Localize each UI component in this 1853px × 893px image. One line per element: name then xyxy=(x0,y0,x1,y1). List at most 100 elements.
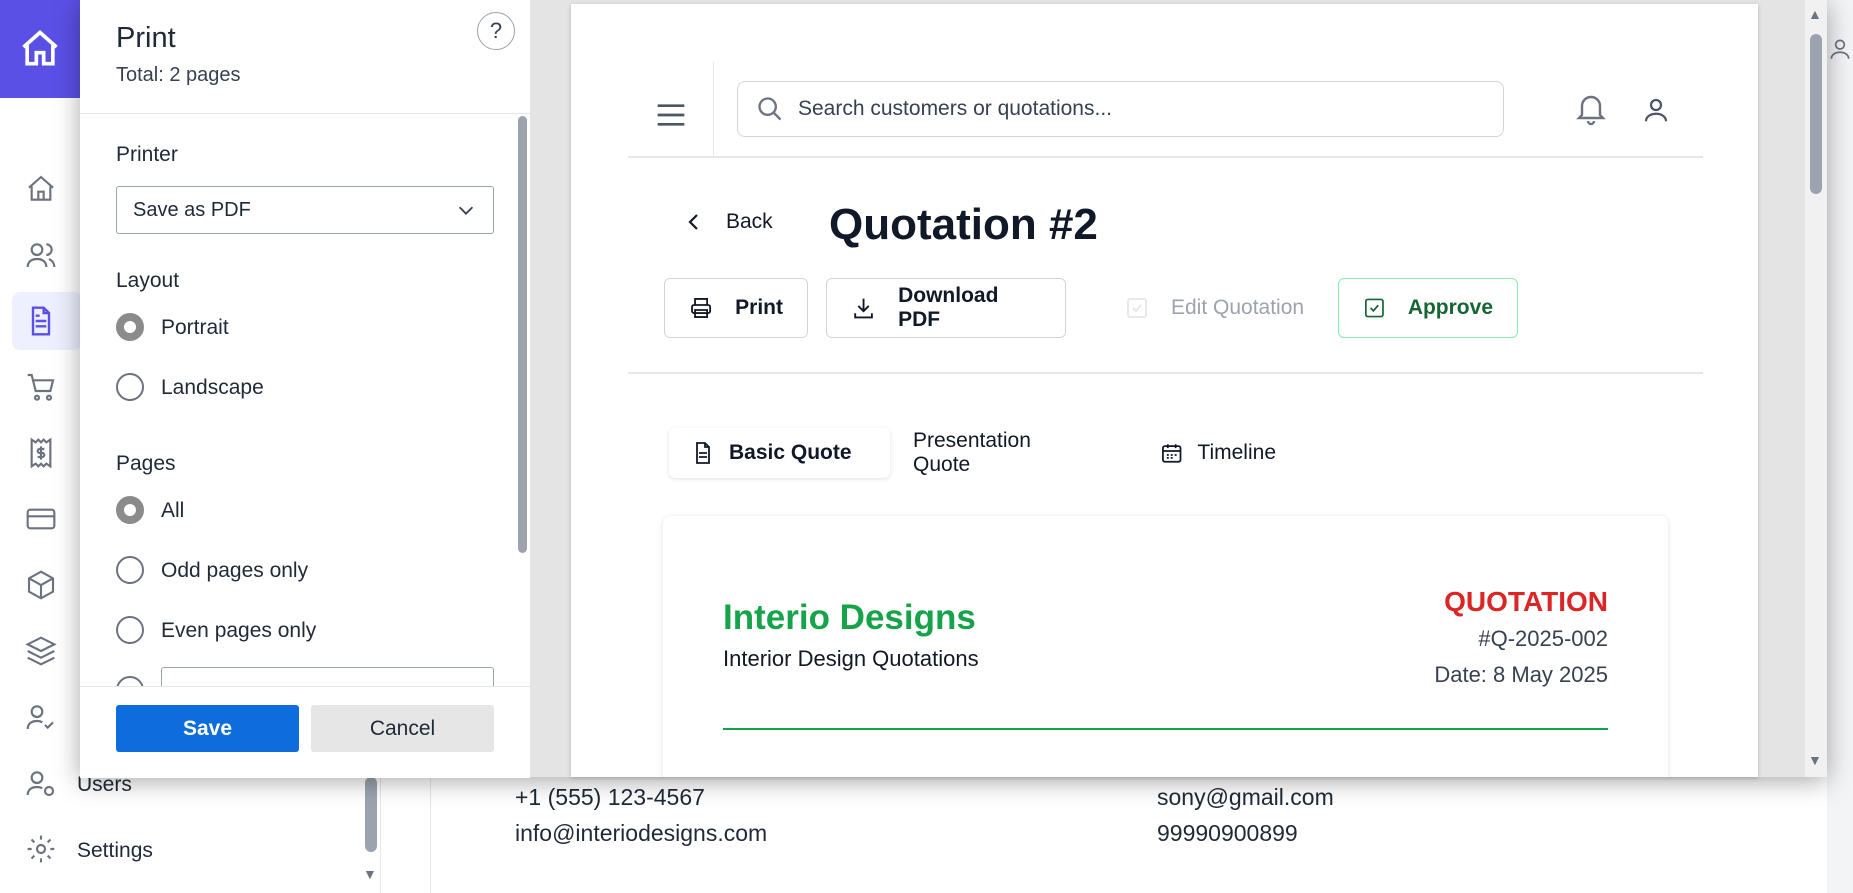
credit-card-icon xyxy=(26,508,56,530)
sidebar-item-customers[interactable] xyxy=(22,236,60,274)
file-text-icon xyxy=(696,442,710,464)
search-icon xyxy=(758,97,782,121)
edit-quotation-button: Edit Quotation xyxy=(1101,278,1341,338)
quotation-date: Date: 8 May 2025 xyxy=(1434,662,1608,687)
approve-label: Approve xyxy=(1407,296,1493,319)
download-pdf-label: Download PDF xyxy=(898,284,999,331)
sidebar-item-settings[interactable]: Settings xyxy=(77,839,153,863)
tab-basic-quote: Basic Quote xyxy=(669,428,890,478)
help-button[interactable]: ? xyxy=(477,12,515,50)
card-divider xyxy=(723,728,1608,730)
company-tagline: Interior Design Quotations xyxy=(723,646,979,671)
calendar-icon xyxy=(1162,444,1182,463)
document-type: QUOTATION xyxy=(1444,586,1608,617)
search-placeholder: Search customers or quotations... xyxy=(798,97,1112,120)
printer-label: Printer xyxy=(116,143,178,166)
header-vertical-divider xyxy=(713,62,714,158)
layers-icon xyxy=(25,636,57,666)
back-link: Back xyxy=(686,210,773,234)
customer-phone: 99990900899 xyxy=(1157,820,1298,846)
customer-email: sony@gmail.com xyxy=(1157,784,1334,810)
landscape-label[interactable]: Landscape xyxy=(161,376,264,400)
download-icon xyxy=(854,298,873,319)
printer-icon xyxy=(691,298,712,318)
portrait-radio[interactable] xyxy=(116,313,144,341)
search-input: Search customers or quotations... xyxy=(737,81,1504,137)
pages-label: Pages xyxy=(116,452,176,475)
sidebar-item-layers[interactable] xyxy=(22,632,60,670)
back-label: Back xyxy=(726,210,773,233)
edit-icon xyxy=(1127,298,1147,318)
preview-scroll-up-icon[interactable]: ▲ xyxy=(1808,6,1822,22)
sidebar-item-quotations[interactable] xyxy=(22,302,60,340)
cancel-button[interactable]: Cancel xyxy=(311,705,494,752)
home-icon xyxy=(22,30,58,66)
user-icon[interactable] xyxy=(1827,36,1853,62)
header-divider xyxy=(80,113,530,114)
user-check-icon xyxy=(26,705,54,730)
printer-select-value: Save as PDF xyxy=(133,198,251,221)
home-icon xyxy=(28,175,54,201)
print-button: Print xyxy=(664,278,808,338)
settings-icon xyxy=(27,835,55,863)
company-email: info@interiodesigns.com xyxy=(515,820,768,846)
pages-even-radio[interactable] xyxy=(116,616,144,644)
dialog-title: Print xyxy=(116,22,176,54)
dialog-page-count: Total: 2 pages xyxy=(116,64,241,86)
help-icon: ? xyxy=(489,18,503,43)
save-button[interactable]: Save xyxy=(116,705,299,752)
preview-scroll-down-icon[interactable]: ▼ xyxy=(1808,752,1822,768)
print-preview-page: Search customers or quotations... Back Q… xyxy=(571,4,1758,777)
sidebar-item-invoices[interactable] xyxy=(22,434,60,472)
box-icon xyxy=(27,570,55,600)
hamburger-menu-icon xyxy=(657,104,685,126)
cart-icon xyxy=(27,373,55,401)
sidebar-item-users-icon[interactable] xyxy=(22,764,60,802)
header-divider xyxy=(628,156,1703,158)
company-name: Interio Designs xyxy=(723,598,976,637)
sidebar-scroll-down-icon[interactable]: ▼ xyxy=(363,866,377,882)
chevron-down-icon xyxy=(458,206,474,215)
app-logo[interactable] xyxy=(0,0,80,98)
sidebar-item-settings-icon[interactable] xyxy=(22,830,60,868)
edit-quotation-label: Edit Quotation xyxy=(1171,296,1305,319)
users-gear-icon xyxy=(26,771,55,797)
sidebar-item-cart[interactable] xyxy=(22,368,60,406)
tab-presentation-quote-label: Presentation Quote xyxy=(913,429,1031,476)
bell-icon xyxy=(1576,95,1606,126)
tab-presentation-quote: Presentation Quote xyxy=(891,428,1111,478)
sidebar-item-products[interactable] xyxy=(22,566,60,604)
print-label: Print xyxy=(735,296,783,319)
pages-all-label[interactable]: All xyxy=(161,499,184,523)
settings-scrollbar[interactable] xyxy=(518,116,527,553)
company-phone: +1 (555) 123-4567 xyxy=(515,784,705,810)
chevron-left-icon xyxy=(688,214,698,230)
pages-even-label[interactable]: Even pages only xyxy=(161,619,316,643)
sidebar-scrollbar[interactable] xyxy=(365,777,377,852)
landscape-radio[interactable] xyxy=(116,373,144,401)
background-right-edge xyxy=(1827,0,1853,893)
file-text-icon xyxy=(31,306,51,336)
quotation-number: #Q-2025-002 xyxy=(1478,626,1608,651)
sidebar-item-home[interactable] xyxy=(22,170,60,208)
tab-timeline: Timeline xyxy=(1138,428,1298,478)
pages-odd-radio[interactable] xyxy=(116,556,144,584)
pages-all-radio[interactable] xyxy=(116,496,144,524)
sidebar-item-tasks[interactable] xyxy=(22,698,60,736)
printer-select[interactable]: Save as PDF xyxy=(116,186,494,234)
portrait-label[interactable]: Portrait xyxy=(161,316,229,340)
pages-odd-label[interactable]: Odd pages only xyxy=(161,559,308,583)
section-divider xyxy=(628,372,1703,374)
sidebar-item-payments[interactable] xyxy=(22,500,60,538)
preview-scrollbar-thumb[interactable] xyxy=(1810,34,1822,194)
user-icon xyxy=(1644,98,1668,122)
receipt-icon xyxy=(30,437,52,469)
quotation-card: Interio Designs Interior Design Quotatio… xyxy=(663,516,1668,777)
page-title: Quotation #2 xyxy=(829,200,1098,249)
approve-button: Approve xyxy=(1338,278,1518,338)
tab-basic-quote-label: Basic Quote xyxy=(729,441,852,464)
users-icon xyxy=(26,243,56,268)
tab-timeline-label: Timeline xyxy=(1197,441,1276,464)
print-settings-panel: Print Total: 2 pages ? Printer Save as P… xyxy=(80,0,530,778)
check-square-icon xyxy=(1364,298,1384,318)
